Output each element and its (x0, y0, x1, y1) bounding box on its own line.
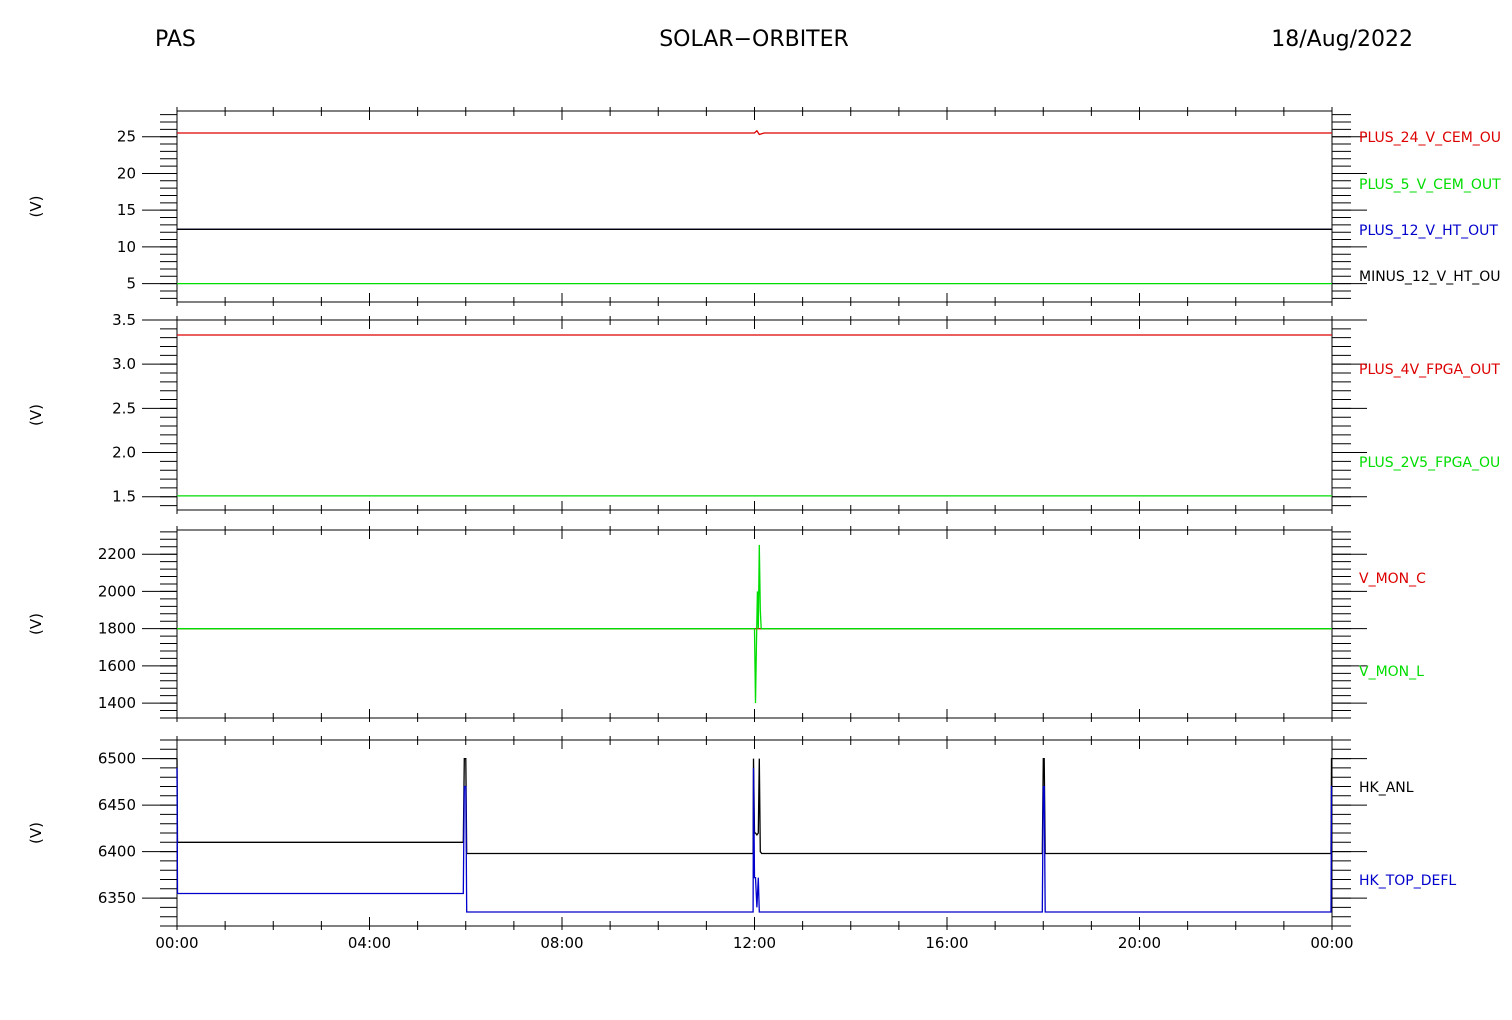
legend-label-plus_2v5_fpga_ou: PLUS_2V5_FPGA_OU (1359, 455, 1500, 471)
x-tick-label: 12:00 (733, 934, 776, 952)
y-tick-label: 2200 (98, 545, 136, 563)
y-tick-label: 20 (117, 164, 136, 182)
y-tick-label: 6400 (98, 843, 136, 861)
panel-1: 5 10 15 20 25 (V) PLUS_24_V_CEM_OU PLUS_5_V_CEM… (27, 107, 1501, 306)
legend-label-hk_anl: HK_ANL (1359, 780, 1414, 796)
y-tick-label: 15 (117, 201, 136, 219)
y-tick-label: 6500 (98, 750, 136, 768)
x-tick-label: 00:00 (155, 934, 198, 952)
y-tick-label: 3.5 (112, 311, 136, 329)
legend-label-v_mon_l: V_MON_L (1359, 664, 1424, 680)
y-tick-label: 1800 (98, 620, 136, 638)
legend-label-minus_12_v_ht_ou: MINUS_12_V_HT_OU (1359, 269, 1501, 285)
y-tick-label: 3.0 (112, 355, 136, 373)
y-tick-label: 2.5 (112, 399, 136, 417)
panels-group: 5 10 15 20 25 (V) PLUS_24_V_CEM_OU PLUS_5_V_CEM… (27, 107, 1501, 952)
y-tick-label: 2000 (98, 582, 136, 600)
y-tick-label: 1600 (98, 657, 136, 675)
panel-frame (176, 529, 1333, 719)
y-tick-label: 10 (117, 238, 136, 256)
header-mission: SOLAR−ORBITER (659, 27, 849, 52)
voltage-housekeeping-plot: PAS SOLAR−ORBITER 18/Aug/2022 5 10 15 20 25 (… (27, 27, 1501, 952)
header-instrument: PAS (155, 27, 196, 52)
series-line-plus_24_v_cem_ou (177, 129, 1332, 136)
legend-label-plus_12_v_ht_out: PLUS_12_V_HT_OUT (1359, 223, 1498, 239)
series-line-v_mon_l (177, 544, 1332, 704)
x-tick-label: 00:00 (1310, 934, 1353, 952)
y-axis-label: (V) (27, 404, 45, 426)
panel-frame (176, 110, 1333, 303)
panel-4: 6350 6400 6450 6500 (V) HK_ANL HK_TOP_DEFL 00:0… (27, 736, 1456, 952)
y-tick-label: 6450 (98, 796, 136, 814)
y-tick-label: 1400 (98, 694, 136, 712)
legend-label-hk_top_defl: HK_TOP_DEFL (1359, 873, 1456, 889)
header-date: 18/Aug/2022 (1271, 27, 1413, 52)
y-tick-label: 1.5 (112, 488, 136, 506)
y-tick-label: 25 (117, 128, 136, 146)
y-axis-label: (V) (27, 196, 45, 218)
legend-label-plus_5_v_cem_out: PLUS_5_V_CEM_OUT (1359, 177, 1501, 193)
panel-3: 1400 1600 1800 2000 2200 (V) V_MON_C V_MON_L (27, 526, 1426, 722)
y-tick-label: 6350 (98, 889, 136, 907)
x-tick-label: 04:00 (348, 934, 391, 952)
y-axis-label: (V) (27, 613, 45, 635)
x-tick-label: 20:00 (1118, 934, 1161, 952)
panel-frame (176, 319, 1333, 511)
y-tick-label: 2.0 (112, 444, 136, 462)
legend-label-plus_4v_fpga_out: PLUS_4V_FPGA_OUT (1359, 362, 1500, 378)
y-tick-label: 5 (126, 275, 136, 293)
x-tick-label: 08:00 (540, 934, 583, 952)
legend-label-plus_24_v_cem_ou: PLUS_24_V_CEM_OU (1359, 130, 1501, 146)
legend-label-v_mon_c: V_MON_C (1359, 571, 1426, 587)
y-axis-label: (V) (27, 822, 45, 844)
panel-2: 1.5 2.0 2.5 3.0 3.5 (V) PLUS_4V_FPGA_OUT PLUS_2… (27, 311, 1500, 514)
x-tick-label: 16:00 (925, 934, 968, 952)
